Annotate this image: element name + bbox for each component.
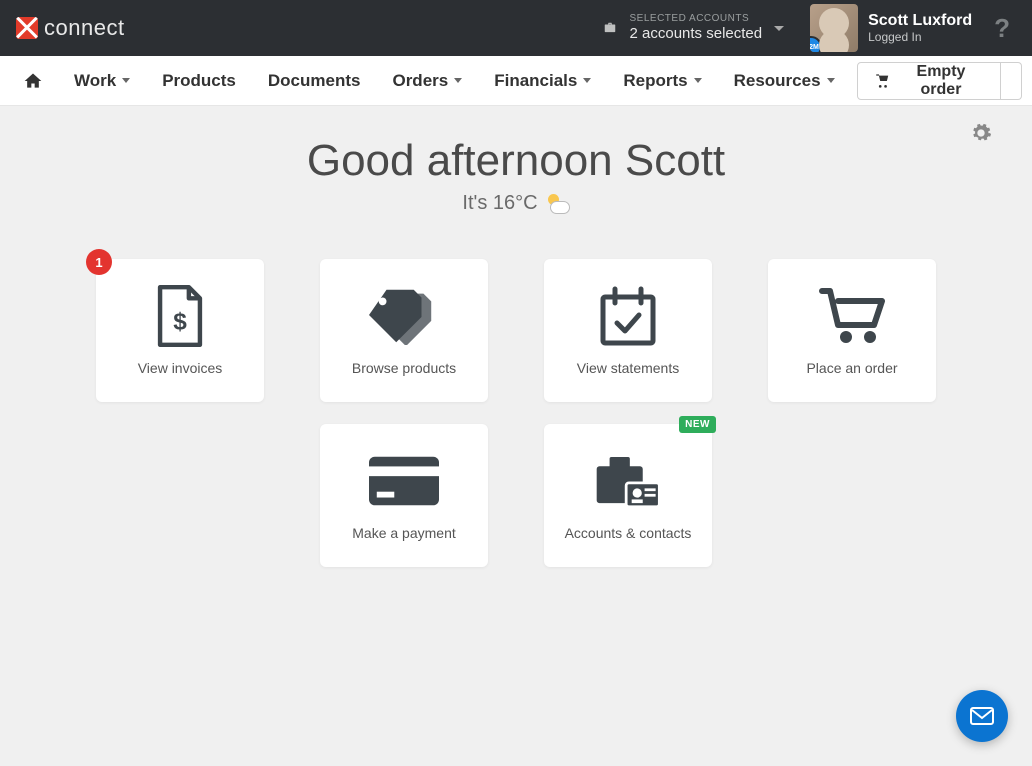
invoice-icon: $ bbox=[145, 286, 215, 346]
nav-products-label: Products bbox=[162, 71, 236, 91]
tile-label: Accounts & contacts bbox=[565, 525, 692, 541]
tile-label: Place an order bbox=[806, 360, 897, 376]
user-menu[interactable]: M2M Scott Luxford Logged In bbox=[810, 0, 972, 56]
nav-resources[interactable]: Resources bbox=[720, 56, 849, 105]
tile-view-invoices[interactable]: 1 $ View invoices bbox=[96, 259, 264, 402]
brand-name: connect bbox=[44, 15, 125, 41]
weather-text: It's 16°C bbox=[462, 192, 537, 215]
nav-work[interactable]: Work bbox=[60, 56, 144, 105]
logo-mark-icon bbox=[16, 17, 38, 39]
tile-make-payment[interactable]: Make a payment bbox=[320, 424, 488, 567]
nav-orders[interactable]: Orders bbox=[378, 56, 476, 105]
order-button-label: Empty order bbox=[898, 63, 984, 99]
user-status: Logged In bbox=[868, 30, 972, 44]
briefcase-icon bbox=[602, 21, 618, 35]
greeting: Good afternoon Scott bbox=[40, 136, 992, 186]
order-dropdown-button[interactable] bbox=[1001, 62, 1022, 100]
nav-resources-label: Resources bbox=[734, 71, 821, 91]
chevron-down-icon bbox=[454, 78, 462, 83]
tile-label: Make a payment bbox=[352, 525, 456, 541]
greeting-title: Good afternoon Scott bbox=[40, 136, 992, 186]
order-button-group: Empty order bbox=[857, 62, 1022, 100]
topbar: connect SELECTED ACCOUNTS 2 accounts sel… bbox=[0, 0, 1032, 56]
navbar: Work Products Documents Orders Financial… bbox=[0, 56, 1032, 106]
nav-reports[interactable]: Reports bbox=[609, 56, 715, 105]
nav-products[interactable]: Products bbox=[148, 56, 250, 105]
brand-logo[interactable]: connect bbox=[16, 15, 125, 41]
nav-documents[interactable]: Documents bbox=[254, 56, 375, 105]
avatar: M2M bbox=[810, 4, 858, 52]
cart-icon bbox=[817, 286, 887, 346]
tile-browse-products[interactable]: Browse products bbox=[320, 259, 488, 402]
weather: It's 16°C bbox=[40, 192, 992, 215]
acct-label: SELECTED ACCOUNTS bbox=[630, 13, 763, 25]
settings-button[interactable] bbox=[970, 122, 992, 144]
user-name: Scott Luxford bbox=[868, 11, 972, 30]
nav-financials-label: Financials bbox=[494, 71, 577, 91]
nav-orders-label: Orders bbox=[392, 71, 448, 91]
mail-icon bbox=[970, 707, 994, 725]
tile-place-order[interactable]: Place an order bbox=[768, 259, 936, 402]
tile-label: View statements bbox=[577, 360, 679, 376]
chevron-down-icon bbox=[827, 78, 835, 83]
chevron-down-icon bbox=[694, 78, 702, 83]
help-button[interactable]: ? bbox=[988, 13, 1016, 44]
chat-fab[interactable] bbox=[956, 690, 1008, 742]
chevron-down-icon bbox=[774, 26, 784, 31]
tile-label: Browse products bbox=[352, 360, 456, 376]
account-selector[interactable]: SELECTED ACCOUNTS 2 accounts selected bbox=[592, 0, 795, 56]
nav-reports-label: Reports bbox=[623, 71, 687, 91]
briefcase-id-icon bbox=[593, 451, 663, 511]
tags-icon bbox=[369, 286, 439, 346]
nav-financials[interactable]: Financials bbox=[480, 56, 605, 105]
nav-documents-label: Documents bbox=[268, 71, 361, 91]
weather-icon bbox=[544, 194, 570, 214]
calendar-check-icon bbox=[593, 286, 663, 346]
chevron-down-icon bbox=[122, 78, 130, 83]
tile-accounts-contacts[interactable]: NEW Accounts & contacts bbox=[544, 424, 712, 567]
new-badge: NEW bbox=[679, 416, 716, 433]
avatar-badge: M2M bbox=[810, 36, 822, 52]
empty-order-button[interactable]: Empty order bbox=[857, 62, 1001, 100]
home-button[interactable] bbox=[10, 56, 56, 105]
tile-label: View invoices bbox=[138, 360, 223, 376]
invoice-count-badge: 1 bbox=[86, 249, 112, 275]
acct-value: 2 accounts selected bbox=[630, 25, 763, 43]
main-content: Good afternoon Scott It's 16°C 1 $ View … bbox=[0, 106, 1032, 597]
cart-icon bbox=[874, 73, 890, 89]
chevron-down-icon bbox=[583, 78, 591, 83]
tile-view-statements[interactable]: View statements bbox=[544, 259, 712, 402]
nav-work-label: Work bbox=[74, 71, 116, 91]
credit-card-icon bbox=[369, 451, 439, 511]
svg-text:$: $ bbox=[173, 308, 187, 335]
